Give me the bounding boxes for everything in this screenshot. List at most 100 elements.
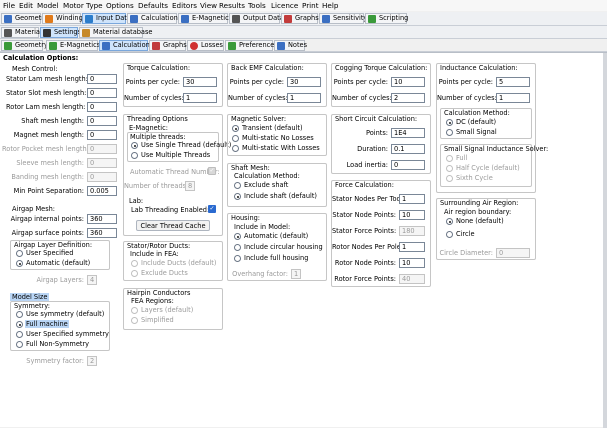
inductance-ppc-input[interactable]: 5 xyxy=(496,77,530,87)
multiple-threads-radio[interactable] xyxy=(131,152,138,159)
menu-file[interactable]: File xyxy=(3,1,15,10)
housing-title: Housing: xyxy=(231,214,261,222)
tab-settings-preferences[interactable]: Preferences xyxy=(225,40,278,51)
tab-material-database[interactable]: Material database xyxy=(79,27,152,38)
rotor-nodes-per-pole-input[interactable]: 1 xyxy=(399,242,425,252)
inductance-cycles-input[interactable]: 1 xyxy=(496,93,530,103)
stator-nodes-per-tooth-label: Stator Nodes Per Tooth: xyxy=(332,195,410,203)
tab-settings-graphs[interactable]: Graphs xyxy=(149,40,187,51)
tab-settings-calculation[interactable]: Calculation xyxy=(99,40,150,51)
torque-cycles-input[interactable]: 1 xyxy=(183,93,217,103)
rotor-lam-mesh-input[interactable]: 0 xyxy=(87,102,117,112)
banding-mesh-input: 0 xyxy=(87,172,117,182)
stator-node-points-input[interactable]: 10 xyxy=(399,210,425,220)
torque-calculation-title: Torque Calculation: xyxy=(127,64,191,72)
sleeve-mesh-label: Sleeve mesh length: xyxy=(16,159,84,167)
full-housing-radio[interactable] xyxy=(234,255,241,262)
stator-slot-mesh-input[interactable]: 0 xyxy=(87,88,117,98)
tab-settings-geometry[interactable]: Geometry xyxy=(1,40,48,51)
lab-threading-enabled-checkbox[interactable]: ✓ xyxy=(208,205,216,213)
shaft-mesh-input[interactable]: 0 xyxy=(87,116,117,126)
tab-e-magnetics[interactable]: E-Magnetics xyxy=(178,13,232,24)
exclude-shaft-radio[interactable] xyxy=(234,182,241,189)
airgap-user-specified-radio[interactable] xyxy=(16,250,23,257)
tab-settings-notes[interactable]: Notes xyxy=(274,40,307,51)
vertical-scrollbar[interactable] xyxy=(603,53,607,428)
magnet-mesh-input[interactable]: 0 xyxy=(87,130,117,140)
include-shaft-radio[interactable] xyxy=(234,193,241,200)
load-inertia-input[interactable]: 0 xyxy=(391,160,425,170)
housing-automatic-radio[interactable] xyxy=(234,233,241,240)
air-circle-radio[interactable] xyxy=(446,231,453,238)
rotor-node-points-label: Rotor Node Points: xyxy=(334,259,396,267)
use-symmetry-radio[interactable] xyxy=(16,311,23,318)
stator-lam-mesh-input[interactable]: 0 xyxy=(87,74,117,84)
circular-housing-label: Include circular housing xyxy=(244,243,323,251)
back-emf-title: Back EMF Calculation: xyxy=(231,64,304,72)
min-point-separation-input[interactable]: 0.005 xyxy=(87,186,117,196)
stator-rotor-ducts-title: Stator/Rotor Ducts: xyxy=(127,242,191,250)
airgap-surface-input[interactable]: 360 xyxy=(87,228,117,238)
tab-graphs[interactable]: Graphs xyxy=(281,13,319,24)
rotor-node-points-input[interactable]: 10 xyxy=(399,258,425,268)
air-none-radio[interactable] xyxy=(446,218,453,225)
menu-licence[interactable]: Licence xyxy=(271,1,298,10)
small-signal-radio[interactable] xyxy=(446,129,453,136)
back-emf-cycles-input[interactable]: 1 xyxy=(287,93,321,103)
settings-icon xyxy=(43,29,51,37)
cogging-cycles-input[interactable]: 2 xyxy=(391,93,425,103)
user-specified-symmetry-label: User Specified symmetry xyxy=(26,330,109,338)
menu-motor-type[interactable]: Motor Type xyxy=(63,1,103,10)
menu-help[interactable]: Help xyxy=(322,1,338,10)
preferences-icon xyxy=(228,42,236,50)
tab-scripting[interactable]: Scripting xyxy=(365,13,408,24)
full-non-symmetry-radio[interactable] xyxy=(16,341,23,348)
load-inertia-label: Load inertia: xyxy=(346,161,388,169)
airgap-internal-input[interactable]: 360 xyxy=(87,214,117,224)
menu-tools[interactable]: Tools xyxy=(248,1,266,10)
airgap-automatic-radio[interactable] xyxy=(16,260,23,267)
magnetic-solver-title: Magnetic Solver: xyxy=(231,115,287,123)
clear-thread-cache-button[interactable]: Clear Thread Cache xyxy=(136,220,210,231)
menu-options[interactable]: Options xyxy=(106,1,134,10)
menu-edit[interactable]: Edit xyxy=(19,1,33,10)
dc-label: DC (default) xyxy=(456,118,497,126)
housing-include-label: Include in Model: xyxy=(234,223,291,231)
transient-radio[interactable] xyxy=(232,125,239,132)
menu-editors[interactable]: Editors xyxy=(172,1,197,10)
menu-print[interactable]: Print xyxy=(302,1,319,10)
dc-radio[interactable] xyxy=(446,119,453,126)
menu-results[interactable]: Results xyxy=(219,1,245,10)
cogging-ppc-input[interactable]: 10 xyxy=(391,77,425,87)
tab-winding[interactable]: Winding xyxy=(42,13,83,24)
force-calculation-title: Force Calculation: xyxy=(335,181,394,189)
tab-settings-losses[interactable]: Losses xyxy=(187,40,224,51)
menu-bar: File Edit Model Motor Type Options Defau… xyxy=(0,0,607,11)
single-thread-radio[interactable] xyxy=(131,142,138,149)
user-specified-symmetry-radio[interactable] xyxy=(16,331,23,338)
calculation-options-panel: Calculation Options: Mesh Control: Stato… xyxy=(0,52,607,428)
tab-materials[interactable]: Materials xyxy=(1,27,45,38)
ducts-include-fea-label: Include in FEA: xyxy=(130,250,179,258)
short-circuit-duration-input[interactable]: 0.1 xyxy=(391,144,425,154)
tab-sensitivity[interactable]: Sensitivity xyxy=(319,13,367,24)
multi-static-with-losses-radio[interactable] xyxy=(232,145,239,152)
menu-view[interactable]: View xyxy=(200,1,217,10)
threading-options-title: Threading Options xyxy=(127,115,188,123)
torque-ppc-input[interactable]: 30 xyxy=(183,77,217,87)
stator-nodes-per-tooth-input[interactable]: 1 xyxy=(399,194,425,204)
tab-input-data[interactable]: Input Data xyxy=(82,13,131,24)
menu-defaults[interactable]: Defaults xyxy=(138,1,168,10)
tab-output-data[interactable]: Output Data xyxy=(229,13,284,24)
tab-settings[interactable]: Settings xyxy=(40,27,81,38)
tab-geometry[interactable]: Geometry xyxy=(1,13,48,24)
short-circuit-points-input[interactable]: 1E4 xyxy=(391,128,425,138)
tab-settings-e-magnetics[interactable]: E-Magnetics xyxy=(46,40,100,51)
full-machine-radio[interactable] xyxy=(16,321,23,328)
tab-calculation[interactable]: Calculation xyxy=(127,13,178,24)
back-emf-cycles-label: Number of cycles: xyxy=(228,94,288,102)
menu-model[interactable]: Model xyxy=(37,1,59,10)
back-emf-ppc-input[interactable]: 30 xyxy=(287,77,321,87)
multi-static-no-losses-radio[interactable] xyxy=(232,135,239,142)
circular-housing-radio[interactable] xyxy=(234,244,241,251)
